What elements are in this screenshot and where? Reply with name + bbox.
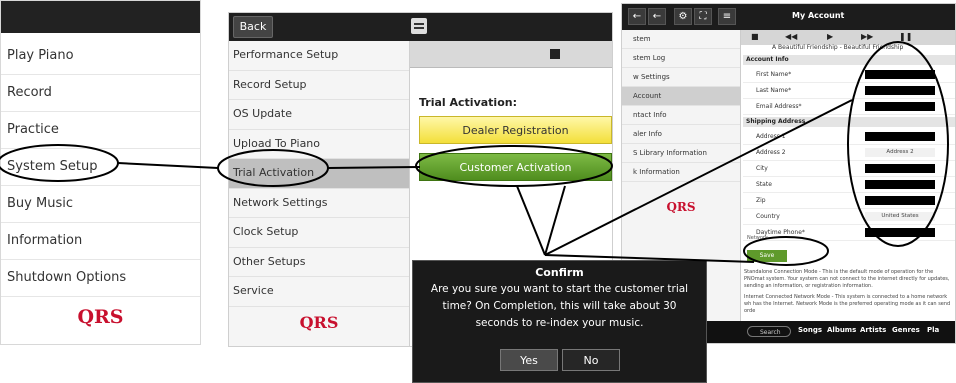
annotation-overlay — [0, 41, 949, 266]
callout-line-dialog-2 — [544, 185, 566, 256]
callout-ellipse-customer-activation — [415, 145, 613, 187]
callout-ellipse-system-setup — [0, 144, 119, 182]
callout-line-dialog-1 — [516, 185, 546, 256]
callout-ellipse-trial-activation — [217, 149, 329, 187]
callout-line-system-setup — [117, 162, 219, 169]
callout-line-trial-activation — [327, 166, 421, 169]
callout-ellipse-fields — [847, 41, 949, 247]
callout-ellipse-save — [743, 236, 829, 266]
callout-line-save — [544, 254, 755, 263]
